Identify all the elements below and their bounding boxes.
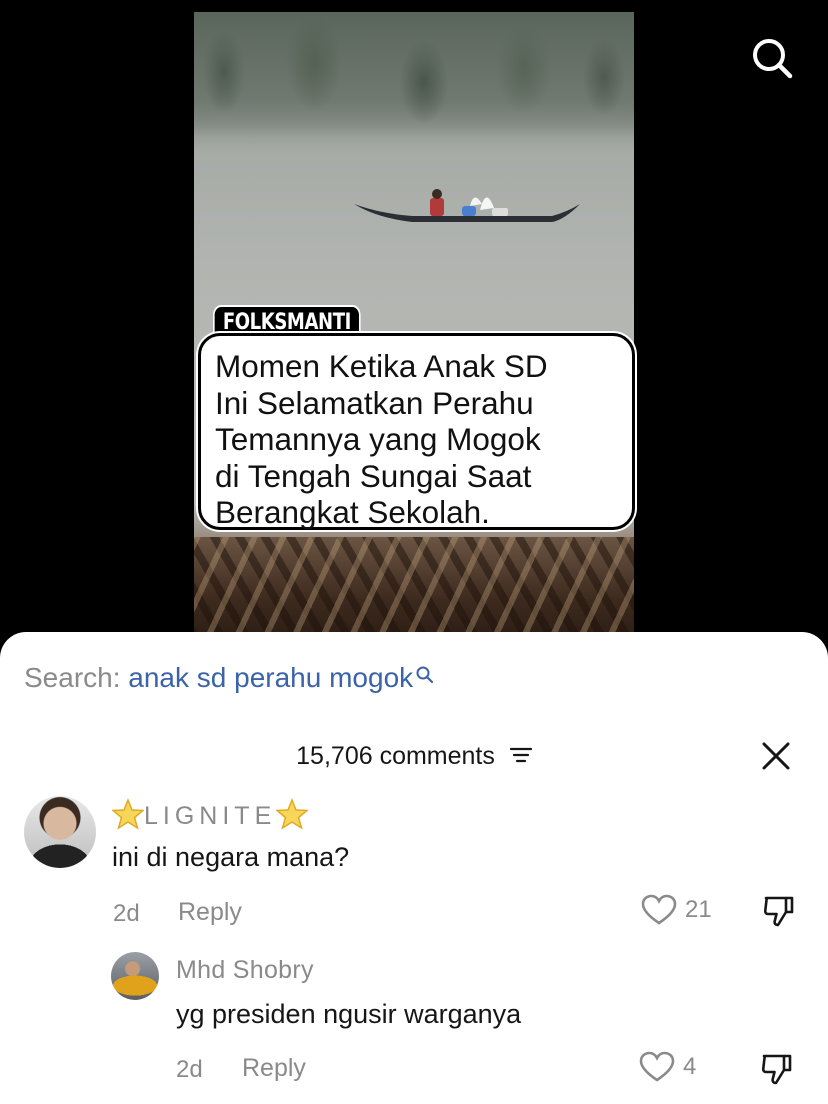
boat-illustration [354,189,580,222]
search-icon[interactable] [748,34,796,82]
avatar[interactable] [111,952,159,1000]
thumbs-down-icon [761,1054,792,1085]
video-debris-foreground [194,537,634,642]
close-icon[interactable] [760,740,792,772]
caption-line: Ini Selamatkan Perahu [215,384,534,421]
star-icon [276,798,309,830]
comment-username[interactable]: LIGNITE [112,798,309,831]
reply-button[interactable]: Reply [178,898,242,927]
caption-line: Temannya yang Mogok [215,421,541,457]
dislike-button[interactable] [762,894,796,933]
search-prefix: Search: [24,662,129,693]
comments-count: 15,706 comments [296,742,495,770]
filter-icon[interactable] [509,746,532,764]
caption-line: di Tengah Sungai Saat [215,457,532,494]
caption-line: Berangkat Sekolah. [215,494,490,530]
comment-text: ini di negara mana? [112,842,350,872]
caption-line: Momen Ketika Anak SD [215,348,548,384]
reply-button[interactable]: Reply [242,1054,306,1083]
search-query[interactable]: anak sd perahu mogok [128,662,413,693]
comment-text: yg presiden ngusir warganya [176,999,522,1029]
avatar[interactable] [24,796,96,868]
thumbs-down-icon [763,896,794,927]
comment-username[interactable]: Mhd Shobry [176,956,314,985]
dislike-button[interactable] [760,1052,794,1091]
username-text: LIGNITE [144,802,277,830]
comments-sheet: Search: anak sd perahu mogok 15,706 comm… [0,632,828,1104]
like-count: 4 [683,1053,697,1080]
comment-time: 2d [113,900,140,927]
like-button[interactable]: 4 [639,1051,696,1083]
comments-header: 15,706 comments [0,742,828,771]
star-icon [112,798,144,830]
heart-icon [641,894,677,925]
comment-time: 2d [176,1056,203,1083]
heart-icon [639,1051,675,1082]
search-small-icon [416,666,434,684]
like-count: 21 [685,896,712,923]
video-caption: Momen Ketika Anak SD Ini Selamatkan Pera… [198,333,635,530]
like-button[interactable]: 21 [641,894,712,926]
search-suggestion[interactable]: Search: anak sd perahu mogok [24,662,435,694]
video-treeline [194,12,634,137]
